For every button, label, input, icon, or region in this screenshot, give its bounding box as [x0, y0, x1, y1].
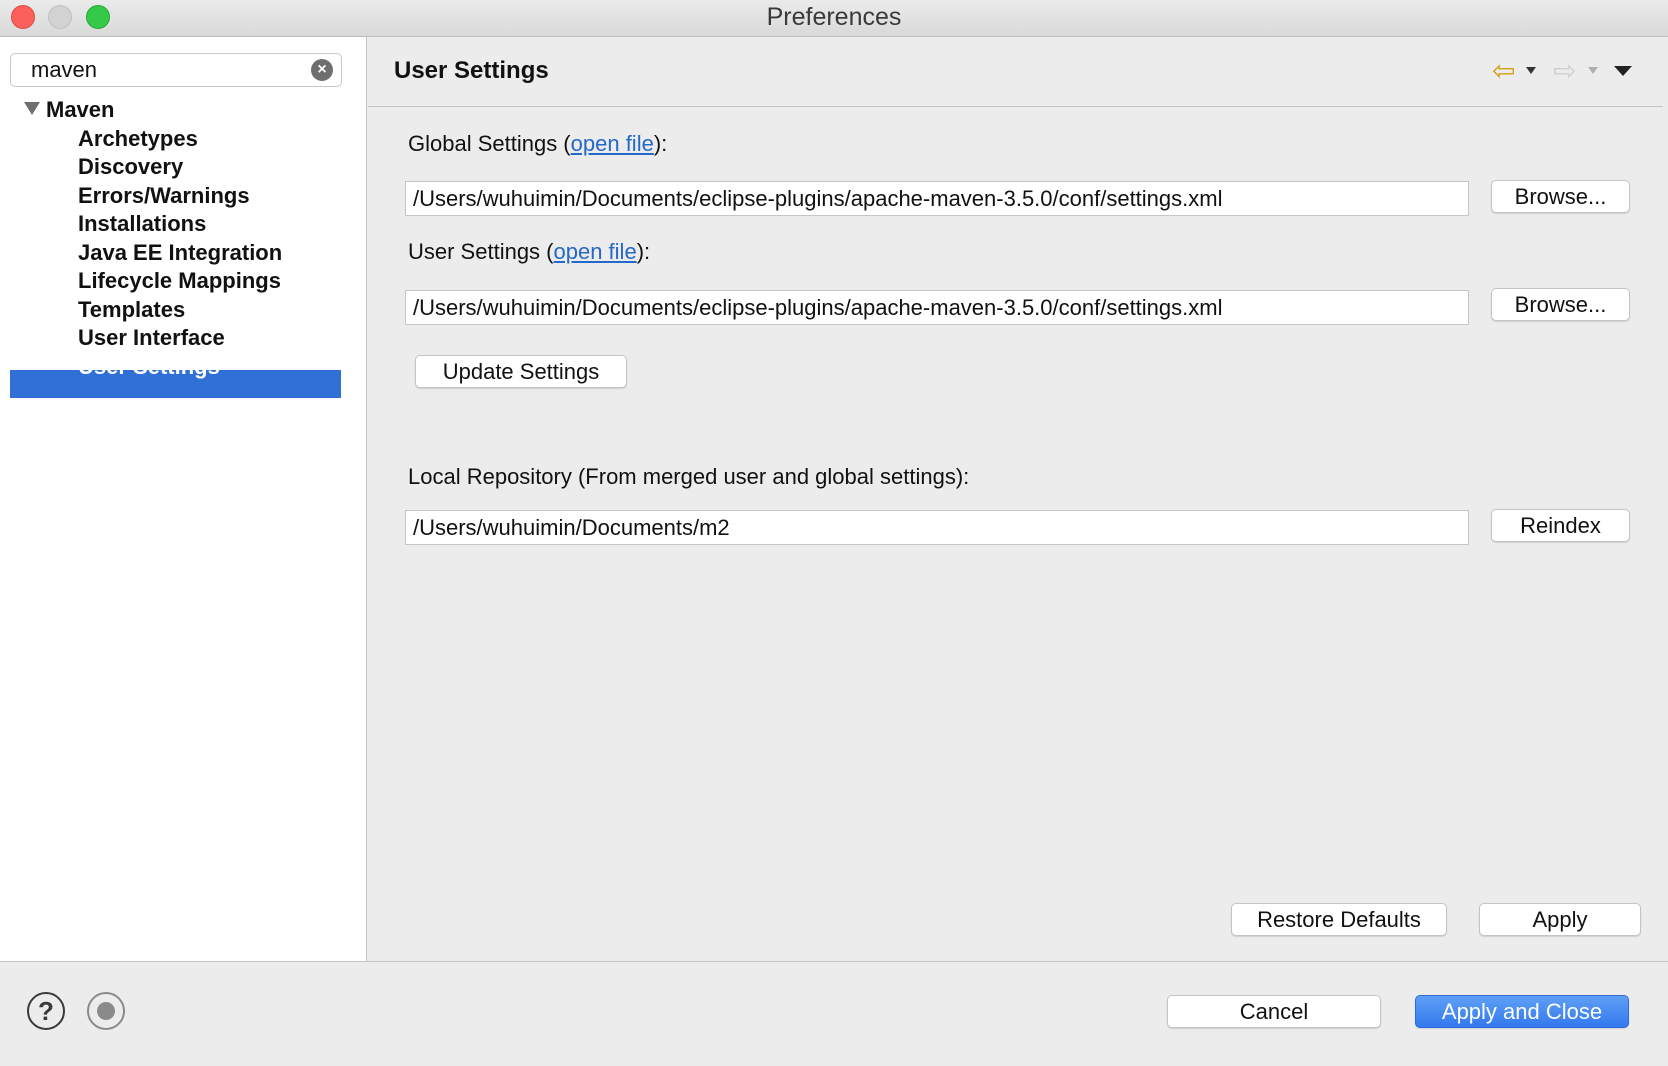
tree-item-templates[interactable]: Templates: [78, 297, 185, 323]
preferences-sidebar: × Maven Archetypes Discovery Errors/Warn…: [0, 37, 367, 962]
user-settings-path-field[interactable]: [405, 290, 1469, 325]
footer-divider: [0, 961, 1668, 962]
title-bar: Preferences: [0, 0, 1668, 37]
update-settings-button[interactable]: Update Settings: [415, 355, 627, 388]
page-header: User Settings ⇦ ⇨: [368, 37, 1663, 107]
record-dot: [97, 1002, 115, 1020]
back-history-dropdown-icon[interactable]: [1526, 67, 1536, 74]
local-repository-label: Local Repository (From merged user and g…: [408, 464, 970, 489]
local-repository-path-field[interactable]: [405, 510, 1469, 545]
tree-item-archetypes[interactable]: Archetypes: [78, 126, 198, 152]
reindex-button[interactable]: Reindex: [1491, 509, 1630, 542]
user-settings-open-file-link[interactable]: open file: [554, 239, 637, 264]
global-settings-browse-button[interactable]: Browse...: [1491, 180, 1630, 213]
user-settings-browse-button[interactable]: Browse...: [1491, 288, 1630, 321]
user-settings-label: User Settings (open file):: [408, 239, 650, 265]
global-settings-open-file-link[interactable]: open file: [571, 131, 654, 156]
global-settings-label-text: Global Settings (: [408, 131, 571, 156]
filter-box: ×: [10, 53, 342, 87]
forward-arrow-icon[interactable]: ⇨: [1553, 57, 1576, 85]
global-settings-label: Global Settings (open file):: [408, 131, 667, 157]
tree-item-maven[interactable]: Maven: [46, 97, 114, 123]
expand-collapse-icon[interactable]: [24, 102, 40, 115]
help-icon[interactable]: ?: [27, 992, 65, 1030]
tree-item-errors-warnings[interactable]: Errors/Warnings: [78, 183, 250, 209]
tree-item-discovery[interactable]: Discovery: [78, 154, 183, 180]
back-arrow-icon[interactable]: ⇦: [1492, 57, 1515, 85]
apply-button[interactable]: Apply: [1479, 903, 1641, 936]
page-title: User Settings: [394, 57, 549, 84]
tree-item-user-settings[interactable]: User Settings: [78, 354, 220, 380]
cancel-button[interactable]: Cancel: [1167, 995, 1381, 1028]
record-macro-icon[interactable]: [87, 992, 125, 1030]
tree-item-user-interface[interactable]: User Interface: [78, 325, 225, 351]
global-settings-label-suffix: ):: [653, 131, 668, 156]
filter-input[interactable]: [31, 57, 301, 83]
window-title: Preferences: [766, 3, 902, 31]
tree-item-lifecycle-mappings[interactable]: Lifecycle Mappings: [78, 268, 281, 294]
clear-filter-icon[interactable]: ×: [311, 59, 333, 81]
apply-and-close-button[interactable]: Apply and Close: [1415, 995, 1629, 1028]
view-menu-icon[interactable]: [1614, 66, 1632, 76]
forward-history-dropdown-icon[interactable]: [1588, 67, 1598, 74]
tree-item-installations[interactable]: Installations: [78, 211, 206, 237]
user-settings-label-suffix: ):: [636, 239, 651, 264]
user-settings-label-text: User Settings (: [408, 239, 554, 264]
tree-item-java-ee-integration[interactable]: Java EE Integration: [78, 240, 282, 266]
global-settings-path-field[interactable]: [405, 181, 1469, 216]
restore-defaults-button[interactable]: Restore Defaults: [1231, 903, 1447, 936]
